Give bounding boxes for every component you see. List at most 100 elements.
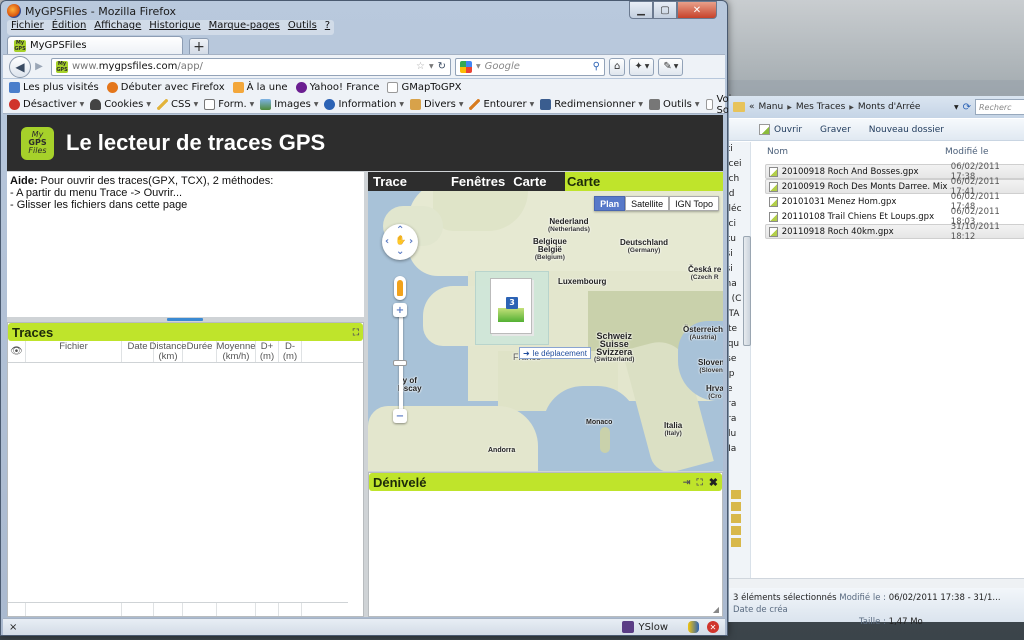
- dock-icon[interactable]: ⇥: [683, 477, 691, 488]
- google-engine-icon[interactable]: [460, 60, 472, 73]
- new-tab-button[interactable]: +: [189, 38, 209, 55]
- nav-item[interactable]: Ma: [729, 442, 750, 457]
- zoom-out-button[interactable]: −: [393, 409, 407, 423]
- nav-item[interactable]: Tra: [729, 397, 750, 412]
- dev-disable[interactable]: Désactiver ▼: [9, 99, 84, 110]
- nav-item[interactable]: 2: [729, 457, 750, 472]
- bookmark-star-icon[interactable]: ☆: [416, 61, 425, 72]
- zoom-slider-thumb[interactable]: [393, 360, 407, 366]
- maximize-icon[interactable]: ⛶: [353, 327, 359, 338]
- dev-cookies[interactable]: Cookies ▼: [90, 99, 151, 110]
- file-row[interactable]: 20110918 Roch 40km.gpx 31/10/2011 18:12: [765, 222, 1024, 242]
- col-dplus[interactable]: D+(m): [256, 341, 279, 362]
- map-view[interactable]: Nederland (Netherlands) Belgique België (Be…: [368, 191, 723, 471]
- pan-right-icon[interactable]: ›: [409, 236, 413, 247]
- menu-fichier[interactable]: Fichier: [11, 20, 44, 35]
- visibility-eye-icon[interactable]: 👁: [8, 341, 26, 362]
- col-distance[interactable]: Distance (km): [150, 341, 186, 362]
- history-dropdown-icon[interactable]: ▼: [429, 63, 434, 70]
- refresh-icon[interactable]: ⟳: [963, 102, 971, 113]
- dev-resize[interactable]: Redimensionner ▼: [540, 99, 643, 110]
- close-statusbar-button[interactable]: ×: [9, 622, 17, 633]
- extension-status-icon[interactable]: [688, 621, 699, 633]
- map-type-satellite[interactable]: Satellite: [625, 196, 670, 211]
- menu-fenetres[interactable]: Fenêtres: [451, 174, 505, 189]
- dev-css[interactable]: CSS ▼: [156, 99, 198, 110]
- dev-images[interactable]: Images ▼: [260, 99, 318, 110]
- burn-button[interactable]: Graver: [820, 125, 851, 135]
- menu-edition[interactable]: Édition: [52, 20, 87, 35]
- close-window-button[interactable]: ✕: [677, 1, 717, 19]
- col-modified[interactable]: Modifié le: [945, 147, 989, 157]
- url-bar[interactable]: My GPS www.mygpsfiles.com/app/ ☆ ▼ ↻: [51, 57, 451, 76]
- nav-item[interactable]: Te: [729, 382, 750, 397]
- bookmark-headlines[interactable]: À la une: [232, 82, 288, 93]
- menu-historique[interactable]: Historique: [149, 20, 200, 35]
- explorer-search-input[interactable]: Recherc: [975, 99, 1024, 115]
- explorer-address-bar[interactable]: « Manu ▶ Mes Traces ▶ Monts d'Arrée ▼ ⟳ Rech…: [729, 96, 1024, 118]
- forward-button[interactable]: ▶: [31, 59, 47, 75]
- nav-item[interactable]: nd: [729, 187, 750, 202]
- dev-forms[interactable]: Form. ▼: [204, 99, 254, 110]
- breadcrumb-mes-traces[interactable]: Mes Traces: [796, 102, 845, 112]
- horizontal-scrollbar[interactable]: [729, 578, 1024, 588]
- menu-carte[interactable]: Carte: [513, 174, 546, 189]
- search-bar[interactable]: ▼ Google ⚲: [455, 57, 605, 76]
- pan-control[interactable]: ⌃ ‹ › ⌄ ✋: [382, 224, 418, 260]
- nav-item[interactable]: N: [729, 472, 750, 487]
- dev-information[interactable]: Information ▼: [324, 99, 404, 110]
- nav-item[interactable]: ech: [729, 172, 750, 187]
- resize-grip-icon[interactable]: ◢: [713, 605, 719, 614]
- engine-dropdown-icon[interactable]: ▼: [476, 63, 481, 70]
- pan-up-icon[interactable]: ⌃: [396, 225, 404, 236]
- pan-left-icon[interactable]: ‹: [385, 236, 389, 247]
- nav-item[interactable]: Sp: [729, 367, 750, 382]
- map-type-plan[interactable]: Plan: [594, 196, 626, 211]
- nav-item[interactable]: éléc: [729, 202, 750, 217]
- yslow-button[interactable]: YSlow: [622, 621, 668, 633]
- search-magnifier-icon[interactable]: ⚲: [593, 61, 600, 72]
- col-fichier[interactable]: Fichier: [26, 341, 122, 362]
- col-name[interactable]: Nom: [759, 147, 945, 157]
- nav-pane-scrollbar[interactable]: [743, 236, 751, 346]
- back-button[interactable]: ◀: [9, 55, 31, 78]
- menu-help[interactable]: ?: [325, 20, 330, 35]
- col-dminus[interactable]: D-(m): [279, 341, 302, 362]
- col-moyenne[interactable]: Moyenne (km/h): [216, 341, 256, 362]
- explorer-titlebar[interactable]: [728, 80, 1024, 96]
- nav-item[interactable]: fse: [729, 352, 750, 367]
- menu-marque-pages[interactable]: Marque-pages: [209, 20, 280, 35]
- col-duree[interactable]: Durée: [183, 341, 217, 362]
- bookmark-getting-started[interactable]: Débuter avec Firefox: [106, 82, 225, 93]
- nav-item[interactable]: aci: [729, 217, 750, 232]
- breadcrumb-manu[interactable]: Manu: [759, 102, 784, 112]
- menu-affichage[interactable]: Affichage: [94, 20, 141, 35]
- zoom-in-button[interactable]: +: [393, 303, 407, 317]
- bookmark-yahoo[interactable]: Yahoo! France: [295, 82, 379, 93]
- bookmark-gmaptogpx[interactable]: GMapToGPX: [387, 82, 461, 93]
- error-status-icon[interactable]: ✕: [707, 621, 719, 633]
- maximize-button[interactable]: ▢: [653, 1, 677, 19]
- nav-item[interactable]: Tra: [729, 412, 750, 427]
- nav-item[interactable]: ecei: [729, 157, 750, 172]
- nav-item[interactable]: clu: [729, 427, 750, 442]
- menu-outils[interactable]: Outils: [288, 20, 317, 35]
- open-button[interactable]: Ouvrir: [759, 124, 802, 135]
- minimize-button[interactable]: ▁: [629, 1, 653, 19]
- close-icon[interactable]: ✖: [709, 476, 718, 489]
- menu-trace[interactable]: Trace: [373, 174, 407, 189]
- reload-icon[interactable]: ↻: [438, 61, 446, 72]
- map-type-ign-topo[interactable]: IGN Topo: [669, 196, 719, 211]
- tab-mygpsfiles[interactable]: My GPS MyGPSFiles: [7, 36, 183, 54]
- panel-splitter-handle[interactable]: [167, 318, 203, 321]
- nav-item[interactable]: rti: [729, 142, 750, 157]
- address-dropdown-icon[interactable]: ▼: [954, 104, 959, 111]
- street-view-pegman-icon[interactable]: [394, 276, 406, 300]
- maximize-icon[interactable]: ⛶: [696, 477, 702, 488]
- new-folder-button[interactable]: Nouveau dossier: [869, 125, 944, 135]
- breadcrumb-monts-darree[interactable]: Monts d'Arrée: [858, 102, 921, 112]
- bookmark-most-visited[interactable]: Les plus visités: [9, 82, 99, 93]
- dev-misc[interactable]: Divers ▼: [409, 99, 463, 110]
- addon-button[interactable]: ✦ ▼: [629, 57, 655, 76]
- dev-outline[interactable]: Entourer ▼: [469, 99, 534, 110]
